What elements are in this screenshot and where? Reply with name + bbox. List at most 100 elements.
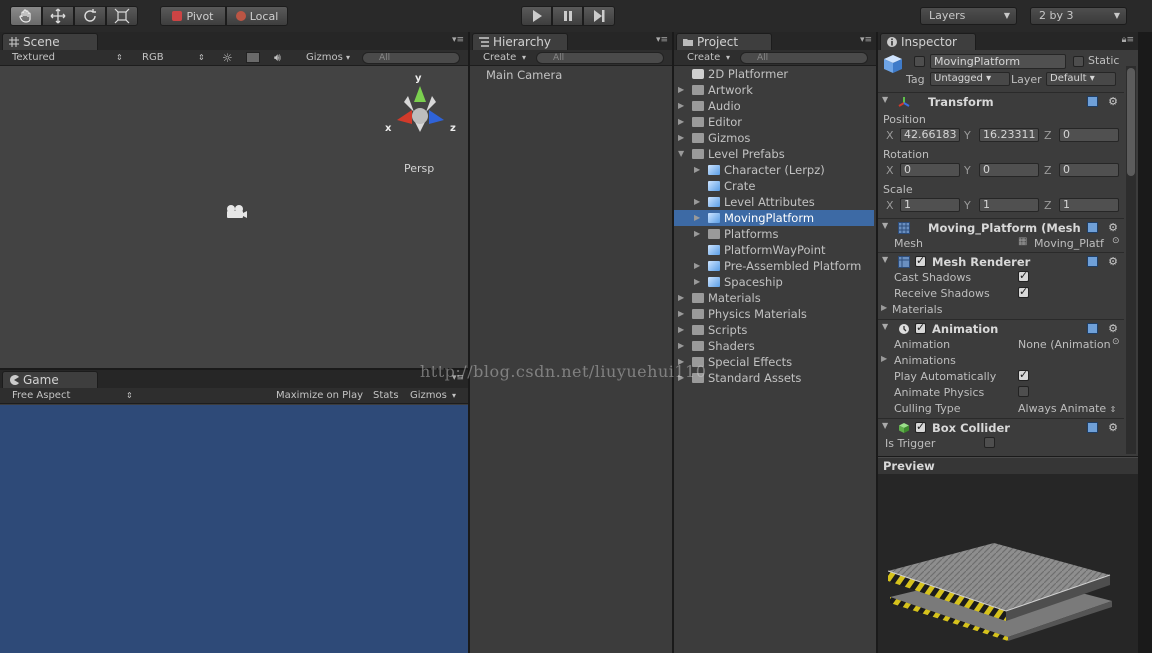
scene-search-input[interactable]: All <box>362 52 460 64</box>
scale-tool-button[interactable] <box>106 6 138 26</box>
expand-triangle-icon[interactable]: ▶ <box>881 303 887 312</box>
expand-triangle-icon[interactable]: ▶ <box>694 162 700 178</box>
expand-triangle-icon[interactable]: ▶ <box>678 98 684 114</box>
culling-type-dropdown[interactable]: Always Animate ⇕ <box>1018 402 1116 415</box>
collapse-triangle-icon[interactable]: ▼ <box>882 421 888 430</box>
expand-triangle-icon[interactable]: ▶ <box>694 258 700 274</box>
expand-triangle-icon[interactable]: ▶ <box>678 82 684 98</box>
layers-dropdown[interactable]: Layers ▼ <box>920 7 1017 25</box>
aspect-dropdown[interactable]: Free Aspect <box>12 389 70 403</box>
tab-scene[interactable]: Scene <box>2 33 98 50</box>
object-picker-icon[interactable]: ⊙ <box>1112 236 1120 246</box>
project-item[interactable]: ▶ Pre-Assembled Platform <box>674 258 874 274</box>
move-tool-button[interactable] <box>42 6 74 26</box>
collapse-triangle-icon[interactable]: ▼ <box>678 146 684 162</box>
is-trigger-checkbox[interactable] <box>984 437 995 448</box>
project-item[interactable]: ▶ Materials <box>674 290 874 306</box>
shading-mode-dropdown[interactable]: Textured <box>12 51 55 65</box>
hand-tool-button[interactable] <box>10 6 42 26</box>
animation-enabled-checkbox[interactable] <box>915 321 926 334</box>
project-item[interactable]: ▶ Level Attributes <box>674 194 874 210</box>
animation-value[interactable]: None (Animation <box>1018 338 1110 351</box>
gear-icon[interactable]: ⚙ <box>1108 421 1118 434</box>
help-book-icon[interactable] <box>1087 422 1098 433</box>
expand-triangle-icon[interactable]: ▶ <box>678 114 684 130</box>
speaker-icon[interactable]: 🔊︎ <box>274 51 281 65</box>
expand-triangle-icon[interactable]: ▶ <box>694 194 700 210</box>
play-automatically-checkbox[interactable] <box>1018 368 1029 381</box>
mesh-renderer-header[interactable]: ▼ Mesh Renderer ⚙ <box>878 252 1124 270</box>
project-item[interactable]: PlatformWayPoint <box>674 242 874 258</box>
project-search-input[interactable]: All <box>740 52 868 64</box>
expand-triangle-icon[interactable]: ▶ <box>881 354 887 363</box>
collapse-triangle-icon[interactable]: ▼ <box>882 95 888 104</box>
animate-physics-checkbox[interactable] <box>1018 386 1029 397</box>
project-item[interactable]: ▶ Artwork <box>674 82 874 98</box>
project-item[interactable]: ▶ Character (Lerpz) <box>674 162 874 178</box>
help-book-icon[interactable] <box>1087 96 1098 107</box>
panel-menu-icon[interactable]: ▾≡ <box>656 35 668 45</box>
scale-z-field[interactable]: 1 <box>1059 198 1119 212</box>
image-effects-toggle[interactable] <box>246 52 260 63</box>
tab-inspector[interactable]: Inspector <box>880 33 976 50</box>
help-book-icon[interactable] <box>1087 323 1098 334</box>
project-item[interactable]: ▶ Gizmos <box>674 130 874 146</box>
panel-menu-icon[interactable]: ▾≡ <box>860 35 872 45</box>
preview-header[interactable]: Preview <box>878 457 1138 474</box>
box-collider-header[interactable]: ▼ Box Collider ⚙ <box>878 418 1124 436</box>
rotation-x-field[interactable]: 0 <box>900 163 960 177</box>
receive-shadows-checkbox[interactable] <box>1018 285 1029 298</box>
box-collider-enabled-checkbox[interactable] <box>915 420 926 433</box>
active-checkbox[interactable] <box>914 56 925 67</box>
expand-triangle-icon[interactable]: ▶ <box>694 210 700 226</box>
gear-icon[interactable]: ⚙ <box>1108 322 1118 335</box>
animation-header[interactable]: ▼ Animation ⚙ <box>878 319 1124 337</box>
tag-dropdown[interactable]: Untagged ▾ <box>930 72 1010 86</box>
project-item[interactable]: ▶ Audio <box>674 98 874 114</box>
tab-hierarchy[interactable]: Hierarchy <box>472 33 568 50</box>
rotation-z-field[interactable]: 0 <box>1059 163 1119 177</box>
render-mode-dropdown[interactable]: RGB <box>142 51 164 65</box>
sun-icon[interactable]: ☼ <box>222 51 233 65</box>
play-button[interactable] <box>521 6 552 26</box>
animations-label[interactable]: Animations <box>894 354 956 367</box>
hierarchy-search-input[interactable]: All <box>536 52 664 64</box>
project-item[interactable]: ▶ Editor <box>674 114 874 130</box>
scale-x-field[interactable]: 1 <box>900 198 960 212</box>
gear-icon[interactable]: ⚙ <box>1108 255 1118 268</box>
project-item[interactable]: ▼ Level Prefabs <box>674 146 874 162</box>
rotate-tool-button[interactable] <box>74 6 106 26</box>
local-toggle[interactable]: Local <box>226 6 288 26</box>
project-item[interactable]: ▶ MovingPlatform <box>674 210 874 226</box>
tab-game[interactable]: Game <box>2 371 98 388</box>
expand-triangle-icon[interactable]: ▶ <box>694 226 700 242</box>
z-axis-cone[interactable] <box>429 110 444 124</box>
materials-label[interactable]: Materials <box>892 303 942 316</box>
collapse-triangle-icon[interactable]: ▼ <box>882 322 888 331</box>
pause-button[interactable] <box>552 6 583 26</box>
inspector-scrollbar[interactable] <box>1126 66 1136 454</box>
collapse-triangle-icon[interactable]: ▼ <box>882 221 888 230</box>
tab-project[interactable]: Project <box>676 33 772 50</box>
camera-icon[interactable] <box>224 204 248 220</box>
mesh-value[interactable]: Moving_Platf <box>1034 237 1110 250</box>
pivot-toggle[interactable]: Pivot <box>160 6 226 26</box>
expand-triangle-icon[interactable]: ▶ <box>678 290 684 306</box>
maximize-on-play-toggle[interactable]: Maximize on Play <box>276 389 363 403</box>
cast-shadows-checkbox[interactable] <box>1018 269 1029 282</box>
help-book-icon[interactable] <box>1087 256 1098 267</box>
project-item[interactable]: ▶ Platforms <box>674 226 874 242</box>
hierarchy-item[interactable]: Main Camera <box>470 67 672 83</box>
project-item[interactable]: ▶ Shaders <box>674 338 874 354</box>
object-name-field[interactable]: MovingPlatform <box>930 54 1066 69</box>
y-axis-cone[interactable] <box>414 86 426 102</box>
mesh-renderer-enabled-checkbox[interactable] <box>915 254 926 267</box>
expand-triangle-icon[interactable]: ▶ <box>678 130 684 146</box>
object-picker-icon[interactable]: ⊙ <box>1112 337 1120 347</box>
hierarchy-create-dropdown[interactable]: Create <box>483 51 516 65</box>
projection-label[interactable]: Persp <box>404 162 434 175</box>
lock-icon[interactable]: 🔒︎≡ <box>1122 35 1134 45</box>
layout-dropdown[interactable]: 2 by 3 ▼ <box>1030 7 1127 25</box>
help-book-icon[interactable] <box>1087 222 1098 233</box>
step-button[interactable] <box>583 6 615 26</box>
